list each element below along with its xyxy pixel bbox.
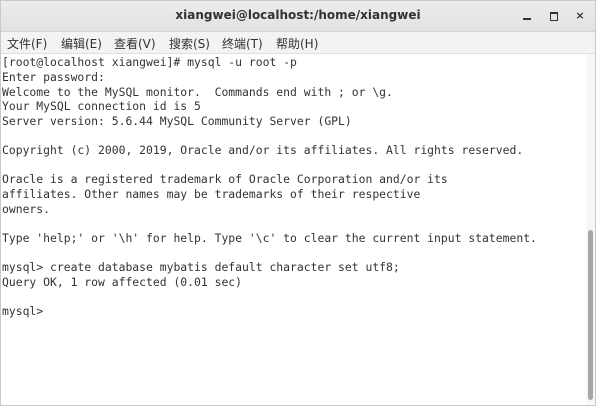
menu-help[interactable]: 帮助(H) bbox=[276, 35, 318, 52]
close-button[interactable]: × bbox=[572, 8, 588, 24]
terminal-line: Query OK, 1 row affected (0.01 sec) bbox=[2, 275, 243, 289]
window-title: xiangwei@localhost:/home/xiangwei bbox=[175, 8, 421, 22]
terminal-line: affiliates. Other names may be trademark… bbox=[2, 187, 421, 201]
menu-edit[interactable]: 编辑(E) bbox=[61, 35, 102, 52]
menu-terminal[interactable]: 终端(T) bbox=[222, 35, 263, 52]
terminal-line: Copyright (c) 2000, 2019, Oracle and/or … bbox=[2, 143, 524, 157]
title-bar[interactable]: xiangwei@localhost:/home/xiangwei × bbox=[1, 1, 595, 32]
minimize-icon bbox=[523, 18, 531, 20]
terminal-line: Oracle is a registered trademark of Orac… bbox=[2, 172, 448, 186]
terminal-line: Your MySQL connection id is 5 bbox=[2, 99, 201, 113]
terminal-line: mysql> bbox=[2, 304, 44, 318]
terminal-line: Welcome to the MySQL monitor. Commands e… bbox=[2, 85, 393, 99]
terminal-line: mysql> create database mybatis default c… bbox=[2, 260, 400, 274]
scrollbar-thumb[interactable] bbox=[588, 230, 593, 400]
terminal-line: owners. bbox=[2, 202, 51, 216]
maximize-icon bbox=[550, 12, 558, 21]
terminal-line: Enter password: bbox=[2, 70, 105, 84]
menu-search[interactable]: 搜索(S) bbox=[169, 35, 210, 52]
menu-bar: 文件(F) 编辑(E) 查看(V) 搜索(S) 终端(T) 帮助(H) bbox=[1, 32, 595, 54]
menu-file[interactable]: 文件(F) bbox=[7, 35, 47, 52]
menu-view[interactable]: 查看(V) bbox=[114, 35, 156, 52]
terminal-output[interactable]: [root@localhost xiangwei]# mysql -u root… bbox=[1, 54, 586, 405]
terminal-line: Server version: 5.6.44 MySQL Community S… bbox=[2, 114, 352, 128]
terminal-window: xiangwei@localhost:/home/xiangwei × 文件(F… bbox=[0, 0, 596, 406]
close-icon: × bbox=[575, 9, 585, 22]
text-cursor bbox=[50, 357, 57, 370]
terminal-scrollbar[interactable] bbox=[586, 54, 595, 405]
terminal-line: Type 'help;' or '\h' for help. Type '\c'… bbox=[2, 231, 537, 245]
terminal-line: [root@localhost xiangwei]# mysql -u root… bbox=[2, 55, 297, 69]
minimize-button[interactable] bbox=[519, 8, 535, 24]
maximize-button[interactable] bbox=[546, 8, 562, 24]
